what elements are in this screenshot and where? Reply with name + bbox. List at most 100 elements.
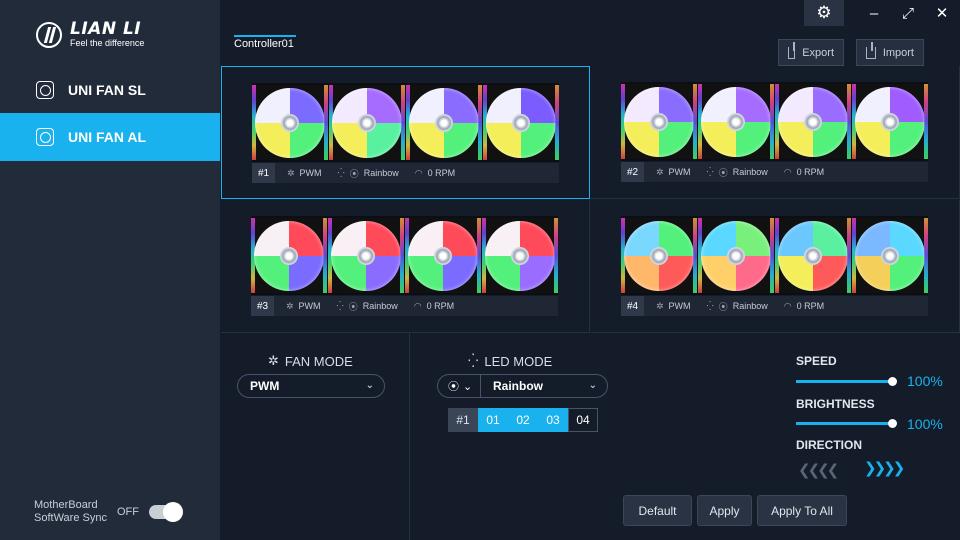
fan-icon xyxy=(36,128,54,146)
group-fan-mode: PWM xyxy=(299,168,322,178)
rpm-gauge-icon: ◠ xyxy=(783,166,792,177)
group-status-bar: #4 ✲ PWM ⁛ ⦿ Rainbow ◠ 0 RPM xyxy=(621,296,928,316)
rpm-gauge-icon: ◠ xyxy=(414,167,423,178)
group-fan-mode: PWM xyxy=(668,301,691,311)
led-effect-icon-select[interactable]: ⦿ ⌄ xyxy=(437,374,481,398)
default-button[interactable]: Default xyxy=(623,495,692,526)
fan-strip xyxy=(252,83,559,162)
led-icon: ⁛ xyxy=(336,300,344,311)
fan-1 xyxy=(251,218,327,293)
settings-button[interactable]: ⚙ xyxy=(804,0,844,26)
fan-mode-icon: ✲ xyxy=(286,300,294,311)
import-button[interactable]: Import xyxy=(856,39,924,66)
fan-tab-01[interactable]: 01 xyxy=(478,408,508,432)
sidebar-item-uni-fan-al[interactable]: UNI FAN AL xyxy=(0,113,220,161)
led-mode-dot-icon: ⦿ xyxy=(448,381,459,393)
chevrons-right-icon: ❯❯❯❯ xyxy=(864,460,905,477)
fan-mode-title: FAN MODE xyxy=(284,353,353,369)
fan-4 xyxy=(852,84,928,159)
speed-label: SPEED xyxy=(796,354,837,368)
group-status-bar: #1 ✲ PWM ⁛ ⦿ Rainbow ◠ 0 RPM xyxy=(252,163,559,183)
sidebar-item-uni-fan-sl[interactable]: UNI FAN SL xyxy=(0,66,220,114)
maximize-button[interactable]: ⤢ xyxy=(896,0,920,26)
slider-knob[interactable] xyxy=(888,377,897,386)
brightness-slider[interactable] xyxy=(796,419,897,428)
export-icon xyxy=(788,41,796,59)
group-fan-mode: PWM xyxy=(298,301,321,311)
sync-state: OFF xyxy=(116,506,139,518)
tab-controller01[interactable]: Controller01 xyxy=(234,35,296,54)
fan-2 xyxy=(329,85,405,160)
brand-logo: LIAN LI Feel the difference xyxy=(36,20,144,49)
group-number: #2 xyxy=(621,162,644,182)
fan-selector: #1 01 02 03 04 xyxy=(448,408,598,432)
apply-button[interactable]: Apply xyxy=(697,495,752,526)
led-mode-title: LED MODE xyxy=(484,353,553,369)
led-mode-dot-icon: ⦿ xyxy=(718,167,728,178)
sync-label-line2: SoftWare Sync xyxy=(34,512,107,524)
direction-left-button[interactable]: ❮❮❮❮ xyxy=(798,461,839,479)
fan-4 xyxy=(482,218,558,293)
fan-tab-02[interactable]: 02 xyxy=(508,408,538,432)
led-mode-dot-icon: ⦿ xyxy=(718,301,728,312)
group-fan-mode: PWM xyxy=(668,167,691,177)
apply-to-all-button[interactable]: Apply To All xyxy=(757,495,847,526)
group-rpm: 0 RPM xyxy=(796,301,825,311)
led-icon: ⁛ xyxy=(706,300,714,311)
fan-4 xyxy=(852,218,928,293)
fan-4 xyxy=(483,85,559,160)
fan-mode-icon: ✲ xyxy=(656,166,664,177)
fan-tab-03[interactable]: 03 xyxy=(538,408,568,432)
sidebar-item-label: UNI FAN SL xyxy=(68,82,146,98)
brightness-label: BRIGHTNESS xyxy=(796,397,875,411)
fan-2 xyxy=(328,218,404,293)
brand-name: LIAN LI xyxy=(70,19,142,39)
fan-group-2[interactable]: #2 ✲ PWM ⁛ ⦿ Rainbow ◠ 0 RPM xyxy=(591,66,960,199)
maximize-icon: ⤢ xyxy=(901,4,914,22)
fan-strip xyxy=(251,216,558,295)
led-mode-select[interactable]: Rainbow ⌄ xyxy=(480,374,608,398)
fan-mode-select[interactable]: PWM ⌄ xyxy=(237,374,385,398)
group-status-bar: #2 ✲ PWM ⁛ ⦿ Rainbow ◠ 0 RPM xyxy=(621,162,928,182)
group-led-mode: Rainbow xyxy=(363,168,399,178)
group-led-mode: Rainbow xyxy=(732,301,768,311)
lian-li-logo-icon xyxy=(36,21,62,48)
direction-label: DIRECTION xyxy=(796,438,862,452)
sidebar-item-label: UNI FAN AL xyxy=(68,129,147,145)
group-status-bar: #3 ✲ PWM ⁛ ⦿ Rainbow ◠ 0 RPM xyxy=(251,296,558,316)
direction-right-button[interactable]: ❯❯❯❯ xyxy=(864,459,916,479)
close-icon: ✕ xyxy=(935,5,949,22)
led-mode-dot-icon: ⦿ xyxy=(349,168,359,179)
group-led-mode: Rainbow xyxy=(732,167,768,177)
fan-3 xyxy=(405,218,481,293)
speed-slider[interactable] xyxy=(796,377,897,386)
fan-2 xyxy=(698,218,774,293)
fan-3 xyxy=(775,218,851,293)
sync-toggle[interactable] xyxy=(148,502,183,522)
slider-knob[interactable] xyxy=(888,419,897,428)
chevron-down-icon: ⌄ xyxy=(365,380,374,391)
close-button[interactable]: ✕ xyxy=(930,0,954,26)
fan-1 xyxy=(621,84,697,159)
chevron-down-icon: ⌄ xyxy=(588,380,597,391)
led-mode-value: Rainbow xyxy=(493,379,543,393)
fan-group-3[interactable]: #3 ✲ PWM ⁛ ⦿ Rainbow ◠ 0 RPM xyxy=(221,200,590,333)
fan-mode-heading: ✲ FAN MODE xyxy=(268,353,353,369)
fan-group-1[interactable]: #1 ✲ PWM ⁛ ⦿ Rainbow ◠ 0 RPM xyxy=(221,66,590,199)
speed-value: 100% xyxy=(907,373,943,389)
rpm-gauge-icon: ◠ xyxy=(413,300,422,311)
fan-tab-04[interactable]: 04 xyxy=(568,408,598,432)
import-label: Import xyxy=(882,46,914,59)
fan-1 xyxy=(621,218,697,293)
group-rpm: 0 RPM xyxy=(796,167,825,177)
export-button[interactable]: Export xyxy=(778,39,844,66)
minimize-button[interactable]: – xyxy=(862,0,886,26)
motherboard-sync: MotherBoard SoftWare Sync OFF xyxy=(34,499,183,525)
slider-fill xyxy=(796,380,892,383)
fan-group-4[interactable]: #4 ✲ PWM ⁛ ⦿ Rainbow ◠ 0 RPM xyxy=(591,200,960,333)
panel-divider xyxy=(409,333,410,540)
fan-3 xyxy=(406,85,482,160)
fan-mode-icon: ✲ xyxy=(268,353,279,368)
led-icon: ⁛ xyxy=(706,166,714,177)
fan-strip xyxy=(621,216,928,295)
